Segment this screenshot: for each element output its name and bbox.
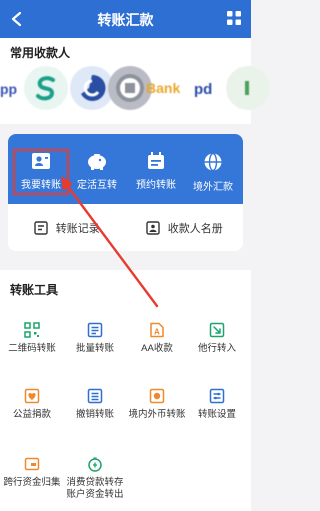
loan-icon xyxy=(88,457,102,472)
payee-directory-label: 收款人名册 xyxy=(167,222,223,235)
collect-icon xyxy=(24,457,40,471)
tool-label: 批量转账 xyxy=(75,343,114,354)
tool-donation[interactable]: 公益捐款 xyxy=(1,388,63,421)
tool-loan-transfer[interactable]: 消费贷款转存 账户资金转出 xyxy=(64,456,126,501)
payee-pd-logo[interactable]: pd xyxy=(186,66,230,110)
grid-icon xyxy=(227,11,241,25)
tool-batch-transfer[interactable]: 批量转账 xyxy=(64,322,126,355)
quick-action-scheduled[interactable]: 预约转账 xyxy=(131,152,181,197)
qr-code-icon xyxy=(24,322,40,338)
svg-text:pd: pd xyxy=(194,81,212,98)
transfer-records-label: 转账记录 xyxy=(55,222,100,235)
transfer-panel: 我要转账 定活互转 预约转账 境外汇款 转账记录 收款人名册 xyxy=(8,134,243,251)
highlight-box xyxy=(13,149,69,195)
frequent-payees-section: 常用收款人 pp Bank pd xyxy=(0,38,270,124)
calendar-icon xyxy=(148,152,164,169)
record-icon xyxy=(34,220,48,235)
revoke-icon xyxy=(87,388,103,404)
quick-action-overseas[interactable]: 境外汇款 xyxy=(188,152,238,197)
tool-label: 转账设置 xyxy=(197,409,236,420)
quick-action-label: 境外汇款 xyxy=(193,182,233,193)
tool-label: 二维码转账 xyxy=(8,343,56,354)
page-title: 转账汇款 xyxy=(97,12,154,28)
batch-icon xyxy=(87,322,103,338)
top-bar: 转账汇款 xyxy=(0,0,251,38)
piggy-bank-icon xyxy=(88,154,106,170)
tool-fx-transfer[interactable]: 境内外币转账 xyxy=(126,388,188,421)
fx-transfer-icon xyxy=(149,388,165,404)
tool-label: 境内外币转账 xyxy=(128,409,186,420)
payee-ppd-logo[interactable]: pp xyxy=(0,66,18,110)
quick-action-label: 预约转账 xyxy=(136,180,176,191)
globe-icon xyxy=(204,152,222,172)
svg-text:Bank: Bank xyxy=(146,80,180,96)
tool-transfer-settings[interactable]: 转账设置 xyxy=(186,388,248,421)
quick-action-label: 定活互转 xyxy=(77,180,117,191)
payee-s-bank-logo[interactable] xyxy=(24,66,68,110)
payee-green-bank-logo[interactable] xyxy=(226,66,270,110)
tool-cross-bank-collection[interactable]: 跨行资金归集 xyxy=(1,456,63,489)
payee-list: pp Bank pd xyxy=(0,66,270,118)
tool-label: 撤销转账 xyxy=(75,409,114,420)
settings-icon xyxy=(209,388,225,404)
secondary-actions: 转账记录 收款人名册 xyxy=(8,204,243,251)
tool-label: 公益捐款 xyxy=(12,409,51,420)
transfer-tools-section: 转账工具 二维码转账 批量转账 A AA收款 他行转入 公益捐款 撤销转账 境内… xyxy=(0,270,251,511)
svg-text:A: A xyxy=(154,328,160,337)
tool-label: AA收款 xyxy=(141,343,173,354)
tool-label: 他行转入 xyxy=(197,343,236,354)
tool-aa-collection[interactable]: A AA收款 xyxy=(126,322,188,355)
tool-label: 跨行资金归集 xyxy=(3,477,61,488)
tool-revoke-transfer[interactable]: 撤销转账 xyxy=(64,388,126,421)
svg-text:pp: pp xyxy=(0,81,17,97)
payee-bank-logo[interactable]: Bank xyxy=(146,66,186,110)
tool-inbound-transfer[interactable]: 他行转入 xyxy=(186,322,248,355)
transfer-records-link[interactable]: 转账记录 xyxy=(8,220,126,236)
quick-actions: 我要转账 定活互转 预约转账 境外汇款 xyxy=(8,134,243,204)
tool-qr-transfer[interactable]: 二维码转账 xyxy=(1,322,63,355)
transfer-in-icon xyxy=(209,322,225,338)
payee-directory-link[interactable]: 收款人名册 xyxy=(126,220,244,236)
contacts-icon xyxy=(146,220,160,235)
tool-label-line2: 账户资金转出 xyxy=(66,489,124,500)
donation-icon xyxy=(24,388,40,404)
aa-icon: A xyxy=(150,322,164,338)
payees-title: 常用收款人 xyxy=(10,46,71,60)
quick-action-fixed-demand[interactable]: 定活互转 xyxy=(72,152,122,197)
tools-title: 转账工具 xyxy=(10,283,59,297)
tool-label: 消费贷款转存 xyxy=(66,477,124,488)
more-button[interactable] xyxy=(223,7,245,29)
